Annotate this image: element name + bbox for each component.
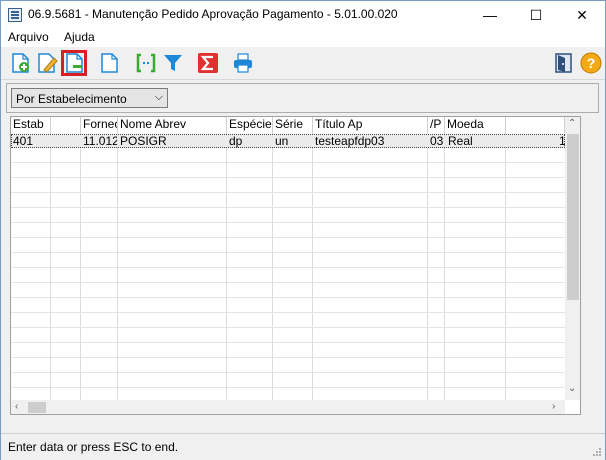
svg-text:?: ? — [587, 55, 596, 71]
add-document-icon — [12, 53, 29, 73]
bracket-range-icon — [136, 53, 156, 73]
exit-button[interactable] — [551, 50, 577, 76]
resize-grip-icon[interactable] — [592, 447, 602, 457]
horizontal-scroll-thumb[interactable] — [28, 402, 46, 413]
empty-row[interactable] — [11, 239, 565, 253]
maximize-button[interactable]: ☐ — [513, 1, 559, 29]
remove-record-button[interactable] — [61, 50, 87, 76]
empty-row[interactable] — [11, 314, 565, 328]
scroll-left-icon[interactable]: ‹ — [15, 401, 18, 412]
cell-estab: 401 — [13, 135, 34, 148]
empty-row[interactable] — [11, 344, 565, 358]
filter-button[interactable] — [160, 50, 186, 76]
cell-moeda: Real — [448, 135, 473, 148]
application-window: 06.9.5681 - Manutenção Pedido Aprovação … — [0, 0, 606, 460]
new-blank-button[interactable] — [96, 50, 122, 76]
menu-bar: Arquivo Ajuda — [1, 29, 605, 47]
range-button[interactable] — [133, 50, 159, 76]
empty-row[interactable] — [11, 269, 565, 283]
menu-ajuda[interactable]: Ajuda — [64, 30, 95, 44]
order-select-value: Por Estabelecimento — [16, 92, 127, 106]
column-fornec[interactable]: Fornec — [81, 117, 118, 133]
cell-parcela: 03 — [430, 135, 444, 148]
horizontal-scrollbar[interactable]: ‹ › — [11, 400, 565, 414]
empty-row[interactable] — [11, 179, 565, 193]
window-title: 06.9.5681 - Manutenção Pedido Aprovação … — [28, 7, 398, 21]
app-window-icon — [8, 8, 22, 22]
cell-titulo-ap: testeapfdp03 — [315, 135, 385, 148]
empty-row[interactable] — [11, 374, 565, 388]
cell-especie: dp — [229, 135, 243, 148]
column-moeda[interactable]: Moeda — [445, 117, 506, 133]
empty-row[interactable] — [11, 224, 565, 238]
close-button[interactable]: ✕ — [559, 1, 605, 29]
grid-header: Estab Fornec Nome Abrev Espécie Série Tí… — [11, 117, 580, 133]
scroll-right-icon[interactable]: › — [552, 401, 555, 412]
order-select[interactable]: Por Estabelecimento ⌵ — [11, 88, 168, 108]
status-bar: Enter data or press ESC to end. — [1, 433, 605, 460]
toolbar: ? — [1, 47, 605, 80]
empty-row[interactable] — [11, 299, 565, 313]
remove-document-icon — [66, 53, 83, 73]
empty-row[interactable] — [11, 359, 565, 373]
printer-icon — [234, 53, 252, 73]
scroll-down-icon[interactable]: ⌄ — [568, 383, 576, 394]
cell-serie: un — [275, 135, 289, 148]
status-message: Enter data or press ESC to end. — [8, 440, 179, 454]
column-titulo-ap[interactable]: Título Ap — [313, 117, 428, 133]
edit-document-icon — [38, 53, 58, 73]
help-icon: ? — [580, 52, 602, 74]
print-button[interactable] — [230, 50, 256, 76]
totals-button[interactable] — [195, 50, 221, 76]
empty-row[interactable] — [11, 209, 565, 223]
title-bar: 06.9.5681 - Manutenção Pedido Aprovação … — [1, 1, 605, 29]
column-estab[interactable]: Estab — [11, 117, 51, 133]
filter-icon — [164, 55, 182, 71]
minimize-button[interactable]: — — [467, 1, 513, 29]
column-parcela[interactable]: /P — [428, 117, 445, 133]
data-grid[interactable]: Estab Fornec Nome Abrev Espécie Série Tí… — [10, 116, 581, 415]
column-next — [506, 117, 565, 133]
edit-record-button[interactable] — [34, 50, 60, 76]
column-blank — [51, 117, 81, 133]
add-record-button[interactable] — [8, 50, 34, 76]
sigma-icon — [198, 53, 218, 73]
filter-panel: Por Estabelecimento ⌵ — [6, 83, 599, 113]
scroll-up-icon[interactable]: ⌃ — [568, 118, 576, 129]
empty-row[interactable] — [11, 284, 565, 298]
help-button[interactable]: ? — [578, 50, 604, 76]
cell-nome-abrev: POSIGR — [120, 135, 167, 148]
chevron-down-icon: ⌵ — [154, 91, 163, 103]
empty-row[interactable] — [11, 254, 565, 268]
column-serie[interactable]: Série — [273, 117, 313, 133]
menu-arquivo[interactable]: Arquivo — [8, 30, 49, 44]
exit-door-icon — [555, 53, 572, 73]
empty-row[interactable] — [11, 194, 565, 208]
vertical-scrollbar[interactable]: ⌃ ⌄ — [565, 117, 580, 400]
blank-document-icon — [101, 53, 118, 73]
empty-row[interactable] — [11, 149, 565, 163]
empty-row[interactable] — [11, 329, 565, 343]
vertical-scroll-thumb[interactable] — [567, 134, 579, 300]
column-especie[interactable]: Espécie — [227, 117, 273, 133]
cell-fornec: 11.012 — [83, 135, 117, 148]
empty-row[interactable] — [11, 164, 565, 178]
column-nome-abrev[interactable]: Nome Abrev — [118, 117, 227, 133]
table-row[interactable]: 401 11.012 POSIGR dp un testeapfdp03 03 … — [11, 134, 565, 148]
